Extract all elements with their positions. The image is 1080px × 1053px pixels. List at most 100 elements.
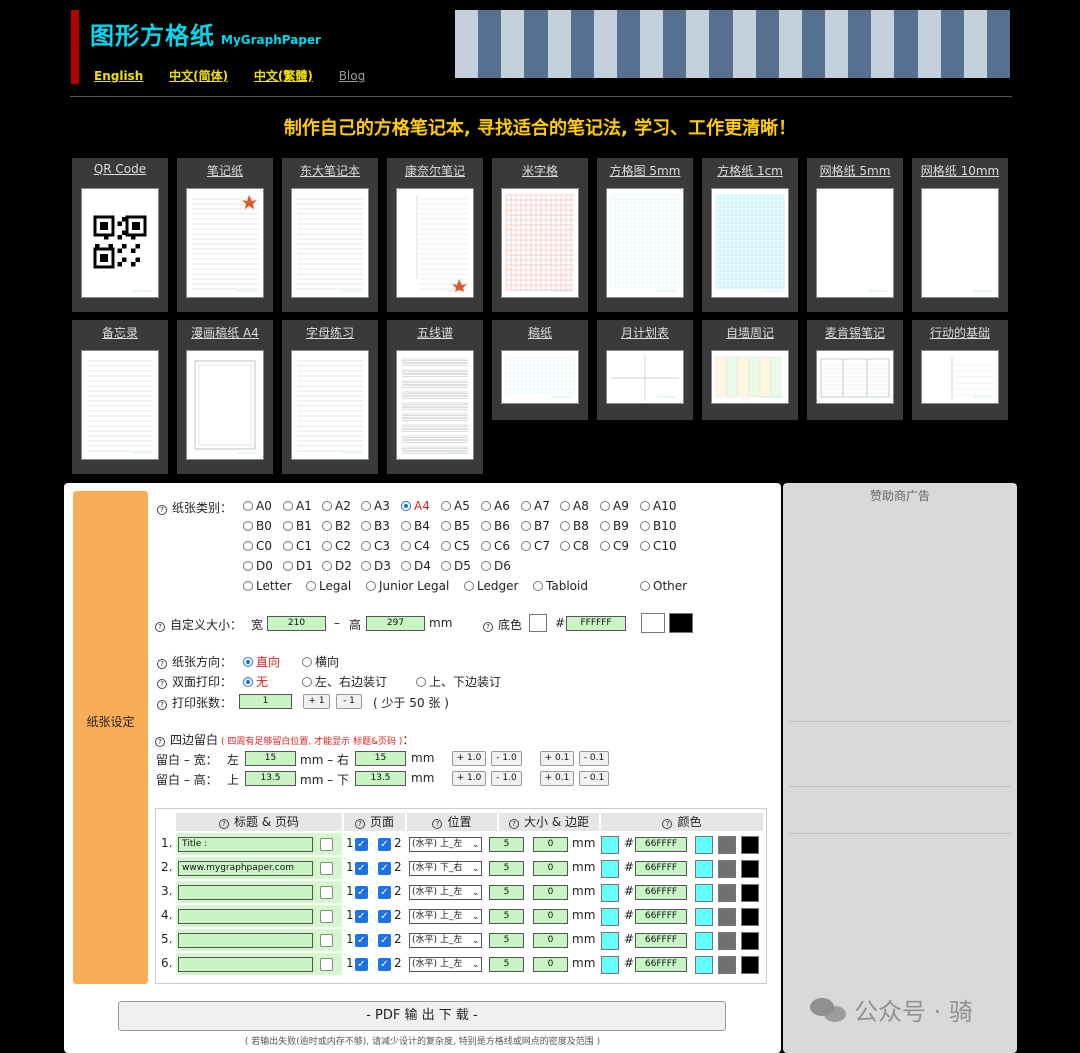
height-input[interactable]: 297 bbox=[366, 616, 425, 631]
template-card-qr-code[interactable]: QR Code bbox=[72, 158, 168, 312]
help-icon[interactable]: ? bbox=[157, 679, 167, 689]
bold-checkbox[interactable] bbox=[320, 838, 333, 851]
size-input[interactable]: 5 bbox=[489, 933, 524, 948]
template-card-label[interactable]: 五线谱 bbox=[387, 324, 483, 341]
help-icon[interactable]: ? bbox=[432, 819, 443, 829]
paper-size-radio-b10[interactable]: B10 bbox=[640, 519, 677, 533]
template-thumbnail[interactable] bbox=[291, 350, 369, 460]
template-thumbnail[interactable] bbox=[711, 350, 789, 404]
gray-preset-button[interactable] bbox=[718, 836, 736, 854]
paper-size-radio-c9[interactable]: C9 bbox=[600, 539, 629, 553]
template-card-graph-1cm[interactable]: 方格纸 1cm bbox=[702, 158, 798, 312]
page-1-checkbox[interactable]: ✓ bbox=[355, 910, 368, 923]
black-preset-button[interactable] bbox=[741, 860, 759, 878]
black-preset-button[interactable] bbox=[741, 836, 759, 854]
bold-checkbox[interactable] bbox=[320, 886, 333, 899]
template-thumbnail[interactable] bbox=[81, 350, 159, 460]
color-swatch[interactable] bbox=[601, 884, 619, 902]
count-minus-button[interactable]: - 1 bbox=[336, 694, 362, 709]
page-2-checkbox[interactable]: ✓ bbox=[378, 862, 391, 875]
paper-size-radio-c7[interactable]: C7 bbox=[521, 539, 550, 553]
cyan-preset-button[interactable] bbox=[695, 860, 713, 878]
cyan-preset-button[interactable] bbox=[695, 956, 713, 974]
paper-size-radio-a4[interactable]: A4 bbox=[401, 499, 430, 513]
page-1-checkbox[interactable]: ✓ bbox=[355, 958, 368, 971]
paper-size-radio-b2[interactable]: B2 bbox=[322, 519, 351, 533]
template-card-todai-notebook[interactable]: 东大笔记本 bbox=[282, 158, 378, 312]
help-icon[interactable]: ? bbox=[155, 737, 165, 747]
paper-size-radio-b0[interactable]: B0 bbox=[243, 519, 272, 533]
pdf-download-button[interactable]: - PDF 输 出 下 载 - bbox=[118, 1001, 726, 1031]
template-card-monthly-planner[interactable]: 月计划表 bbox=[597, 320, 693, 420]
paper-size-radio-d1[interactable]: D1 bbox=[283, 559, 313, 573]
top-margin-input[interactable]: 13.5 bbox=[245, 771, 296, 786]
bold-checkbox[interactable] bbox=[320, 862, 333, 875]
bg-color-input[interactable]: FFFFFF bbox=[566, 616, 626, 631]
duplex-lr-radio[interactable]: 左、右边装订 bbox=[302, 673, 387, 690]
paper-size-radio-ledger[interactable]: Ledger bbox=[464, 579, 518, 593]
help-icon[interactable]: ? bbox=[219, 819, 229, 829]
template-card-mckinsey-notes[interactable]: 麦肯锡笔记 bbox=[807, 320, 903, 420]
template-card-weekly-planner[interactable]: 自墙周记 bbox=[702, 320, 798, 420]
margin-input[interactable]: 0 bbox=[533, 909, 568, 924]
help-icon[interactable]: ? bbox=[157, 505, 167, 515]
paper-size-radio-d0[interactable]: D0 bbox=[243, 559, 273, 573]
tb-minus1-button[interactable]: - 1.0 bbox=[491, 771, 522, 786]
template-card-alphabet-practice[interactable]: 字母练习 bbox=[282, 320, 378, 474]
right-margin-input[interactable]: 15 bbox=[355, 751, 406, 766]
template-thumbnail[interactable] bbox=[606, 188, 684, 298]
position-select[interactable]: (水平) 上_左 ⌄ bbox=[409, 909, 482, 924]
paper-size-radio-legal[interactable]: Legal bbox=[306, 579, 351, 593]
page-1-checkbox[interactable]: ✓ bbox=[355, 862, 368, 875]
color-hex-input[interactable]: 66FFFF bbox=[635, 837, 687, 852]
paper-size-radio-letter[interactable]: Letter bbox=[243, 579, 292, 593]
template-card-label[interactable]: 字母练习 bbox=[282, 324, 378, 341]
lr-minus01-button[interactable]: - 0.1 bbox=[579, 751, 609, 766]
paper-size-radio-tabloid[interactable]: Tabloid bbox=[533, 579, 588, 593]
template-card-cornell-notes[interactable]: 康奈尔笔记 bbox=[387, 158, 483, 312]
paper-size-radio-junior-legal[interactable]: Junior Legal bbox=[366, 579, 449, 593]
paper-size-radio-c6[interactable]: C6 bbox=[481, 539, 510, 553]
paper-size-radio-d5[interactable]: D5 bbox=[441, 559, 471, 573]
position-select[interactable]: (水平) 上_左 ⌄ bbox=[409, 837, 482, 852]
title-text-input[interactable] bbox=[178, 933, 313, 948]
size-input[interactable]: 5 bbox=[489, 837, 524, 852]
lang-zh-traditional-link[interactable]: 中文(繁體) bbox=[254, 69, 313, 83]
paper-size-radio-a1[interactable]: A1 bbox=[283, 499, 312, 513]
title-text-input[interactable] bbox=[178, 885, 313, 900]
template-thumbnail[interactable] bbox=[606, 350, 684, 404]
gray-preset-button[interactable] bbox=[718, 932, 736, 950]
paper-size-radio-a9[interactable]: A9 bbox=[600, 499, 629, 513]
lang-zh-simplified-link[interactable]: 中文(简体) bbox=[169, 69, 228, 83]
color-hex-input[interactable]: 66FFFF bbox=[635, 885, 687, 900]
paper-size-radio-b1[interactable]: B1 bbox=[283, 519, 312, 533]
paper-size-radio-b7[interactable]: B7 bbox=[521, 519, 550, 533]
page-2-checkbox[interactable]: ✓ bbox=[378, 838, 391, 851]
landscape-radio[interactable]: 横向 bbox=[302, 653, 339, 670]
left-margin-input[interactable]: 15 bbox=[245, 751, 296, 766]
margin-input[interactable]: 0 bbox=[533, 861, 568, 876]
title-text-input[interactable]: www.mygraphpaper.com bbox=[178, 861, 313, 876]
template-card-label[interactable]: 麦肯锡笔记 bbox=[807, 324, 903, 341]
margin-input[interactable]: 0 bbox=[533, 933, 568, 948]
lr-plus01-button[interactable]: + 0.1 bbox=[540, 751, 574, 766]
paper-size-radio-b5[interactable]: B5 bbox=[441, 519, 470, 533]
help-icon[interactable]: ? bbox=[483, 622, 493, 632]
print-count-input[interactable]: 1 bbox=[239, 694, 292, 709]
template-card-music-staff[interactable]: 五线谱 bbox=[387, 320, 483, 474]
gray-preset-button[interactable] bbox=[718, 884, 736, 902]
template-card-action-basics[interactable]: 行动的基础 bbox=[912, 320, 1008, 420]
paper-size-radio-a8[interactable]: A8 bbox=[560, 499, 589, 513]
color-swatch[interactable] bbox=[601, 908, 619, 926]
template-card-memo[interactable]: 备忘录 bbox=[72, 320, 168, 474]
template-card-label[interactable]: 网格纸 10mm bbox=[912, 162, 1008, 179]
template-card-mi-grid[interactable]: 米字格 bbox=[492, 158, 588, 312]
color-swatch[interactable] bbox=[601, 932, 619, 950]
paper-size-radio-d2[interactable]: D2 bbox=[322, 559, 352, 573]
template-card-grid-5mm[interactable]: 网格纸 5mm bbox=[807, 158, 903, 312]
size-input[interactable]: 5 bbox=[489, 957, 524, 972]
position-select[interactable]: (水平) 上_左 ⌄ bbox=[409, 885, 482, 900]
paper-size-radio-c10[interactable]: C10 bbox=[640, 539, 677, 553]
template-card-label[interactable]: 自墙周记 bbox=[702, 324, 798, 341]
page-1-checkbox[interactable]: ✓ bbox=[355, 886, 368, 899]
